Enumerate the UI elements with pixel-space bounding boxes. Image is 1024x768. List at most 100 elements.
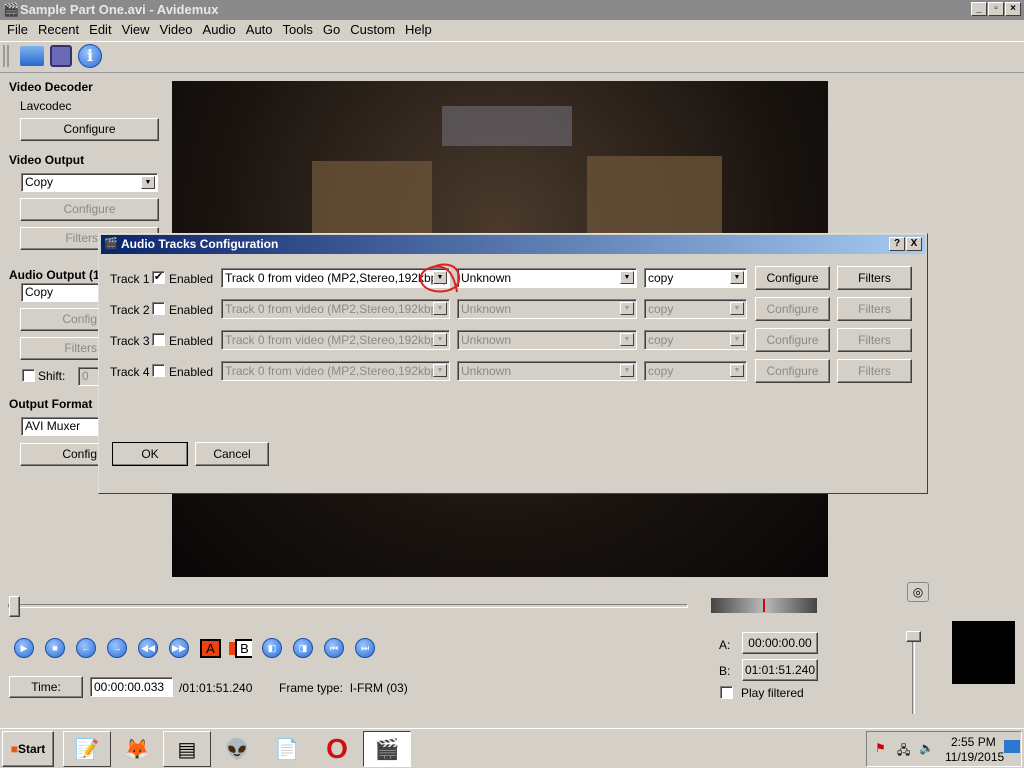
show-desktop-icon[interactable] — [1004, 740, 1020, 753]
previous-keyframe-icon[interactable]: ⏮ — [324, 638, 344, 658]
rewind-icon[interactable]: ◀◀ — [138, 638, 158, 658]
set-marker-b-button[interactable]: B — [235, 639, 252, 658]
track-enabled-checkbox[interactable] — [152, 333, 165, 346]
marker-a-time-button[interactable]: 00:00:00.00 — [742, 632, 818, 654]
stop-icon[interactable]: ■ — [45, 638, 65, 658]
volume-slider-thumb[interactable] — [906, 631, 921, 642]
track-language-select[interactable]: Unknown ▼ — [457, 299, 637, 319]
restore-button[interactable]: ▫ — [988, 2, 1004, 16]
track-language-select[interactable]: Unknown ▼ — [457, 268, 637, 288]
format-configure-button[interactable]: Config — [20, 443, 100, 466]
track-configure-button[interactable]: Configure — [755, 328, 830, 352]
set-marker-a-button[interactable]: A — [200, 639, 221, 658]
chevron-down-icon[interactable]: ▼ — [433, 333, 447, 346]
track-enabled-checkbox[interactable]: ✔ — [152, 271, 165, 284]
chevron-down-icon[interactable]: ▼ — [730, 302, 744, 315]
chevron-down-icon[interactable]: ▼ — [433, 302, 447, 315]
track-codec-select[interactable]: copy ▼ — [644, 268, 747, 288]
shift-input[interactable]: 0 — [78, 367, 100, 386]
time-button[interactable]: Time: — [9, 676, 83, 698]
volume-icon[interactable]: ◎ — [907, 582, 929, 602]
track-configure-button[interactable]: Configure — [755, 266, 830, 290]
chevron-down-icon[interactable]: ▼ — [730, 271, 744, 284]
menu-tools[interactable]: Tools — [278, 20, 318, 40]
track-language-select[interactable]: Unknown ▼ — [457, 361, 637, 381]
audio-configure-button[interactable]: Config — [20, 308, 100, 331]
chevron-down-icon[interactable]: ▼ — [730, 364, 744, 377]
network-icon[interactable]: 🖧 — [897, 741, 910, 762]
track-enabled-checkbox[interactable] — [152, 364, 165, 377]
info-icon[interactable]: i — [78, 44, 102, 68]
track-codec-select[interactable]: copy ▼ — [644, 361, 747, 381]
track-language-select[interactable]: Unknown ▼ — [457, 330, 637, 350]
clock-date[interactable]: 11/19/2015 — [945, 750, 1004, 764]
volume-slider-track[interactable] — [912, 640, 915, 714]
minimize-button[interactable]: _ — [971, 2, 987, 16]
firefox-taskbar-icon[interactable]: 🦊 — [113, 731, 161, 767]
chevron-down-icon[interactable]: ▼ — [433, 364, 447, 377]
video-configure-button[interactable]: Configure — [20, 198, 159, 221]
cancel-button[interactable]: Cancel — [195, 442, 269, 466]
go-to-marker-a-icon[interactable]: ◧ — [262, 638, 282, 658]
open-folder-icon[interactable] — [20, 46, 44, 66]
dialog-help-button[interactable]: ? — [889, 237, 905, 251]
play-icon[interactable]: ▶ — [14, 638, 34, 658]
opera-taskbar-icon[interactable]: O — [313, 731, 361, 767]
menu-video[interactable]: Video — [155, 20, 198, 40]
audio-output-select[interactable]: Copy — [21, 283, 101, 302]
menu-custom[interactable]: Custom — [345, 20, 400, 40]
fast-forward-icon[interactable]: ▶▶ — [169, 638, 189, 658]
menu-file[interactable]: File — [2, 20, 33, 40]
output-format-select[interactable]: AVI Muxer — [21, 417, 101, 436]
track-enabled-checkbox[interactable] — [152, 302, 165, 315]
menu-auto[interactable]: Auto — [241, 20, 278, 40]
save-floppy-icon[interactable] — [50, 45, 72, 67]
shift-checkbox[interactable] — [22, 369, 35, 382]
track-filters-button[interactable]: Filters — [837, 359, 912, 383]
play-filtered-checkbox[interactable] — [720, 686, 733, 699]
chevron-down-icon[interactable]: ▼ — [620, 333, 634, 346]
foobar-taskbar-icon[interactable]: 👽 — [213, 731, 261, 767]
menu-go[interactable]: Go — [318, 20, 345, 40]
menu-audio[interactable]: Audio — [198, 20, 241, 40]
jog-shuttle[interactable] — [711, 598, 817, 613]
action-center-flag-icon[interactable]: ⚑ — [875, 741, 886, 755]
start-button[interactable]: ■Start — [2, 731, 54, 767]
current-time-input[interactable]: 00:00:00.033 — [90, 677, 173, 697]
menu-help[interactable]: Help — [400, 20, 437, 40]
avidemux-taskbar-icon[interactable]: 🎬 — [363, 731, 411, 767]
track-filters-button[interactable]: Filters — [837, 328, 912, 352]
toolbar-grip[interactable] — [3, 45, 9, 67]
seek-slider-thumb[interactable] — [9, 596, 20, 617]
chevron-down-icon[interactable]: ▼ — [141, 176, 155, 189]
menu-recent[interactable]: Recent — [33, 20, 84, 40]
document-viewer-taskbar-icon[interactable]: ▤ — [163, 731, 211, 767]
decoder-configure-button[interactable]: Configure — [20, 118, 159, 141]
track-source-select[interactable]: Track 0 from video (MP2,Stereo,192kbps) ▼ — [221, 361, 450, 381]
marker-b-time-button[interactable]: 01:01:51.240 — [742, 659, 818, 681]
dialog-close-button[interactable]: X — [906, 237, 922, 251]
track-filters-button[interactable]: Filters — [837, 297, 912, 321]
next-frame-icon[interactable]: → — [107, 638, 127, 658]
clock-time[interactable]: 2:55 PM — [951, 735, 996, 749]
ok-button[interactable]: OK — [112, 442, 188, 466]
chevron-down-icon[interactable]: ▼ — [730, 333, 744, 346]
chevron-down-icon[interactable]: ▼ — [620, 271, 634, 284]
audio-filters-button[interactable]: Filters — [20, 337, 100, 360]
track-configure-button[interactable]: Configure — [755, 359, 830, 383]
chevron-down-icon[interactable]: ▼ — [620, 364, 634, 377]
track-source-select[interactable]: Track 0 from video (MP2,Stereo,192kbps) ▼ — [221, 330, 450, 350]
notepad-taskbar-icon[interactable]: 📝 — [63, 731, 111, 767]
seek-track[interactable] — [8, 604, 688, 608]
track-codec-select[interactable]: copy ▼ — [644, 330, 747, 350]
track-codec-select[interactable]: copy ▼ — [644, 299, 747, 319]
next-keyframe-icon[interactable]: ⏭ — [355, 638, 375, 658]
close-button[interactable]: × — [1005, 2, 1021, 16]
menu-view[interactable]: View — [117, 20, 155, 40]
track-source-select[interactable]: Track 0 from video (MP2,Stereo,192kbps) ▼ — [221, 299, 450, 319]
previous-frame-icon[interactable]: ← — [76, 638, 96, 658]
video-output-select[interactable]: Copy ▼ — [21, 173, 158, 192]
menu-edit[interactable]: Edit — [84, 20, 116, 40]
openoffice-taskbar-icon[interactable]: 📄 — [263, 731, 311, 767]
speaker-icon[interactable]: 🔈 — [919, 741, 934, 755]
